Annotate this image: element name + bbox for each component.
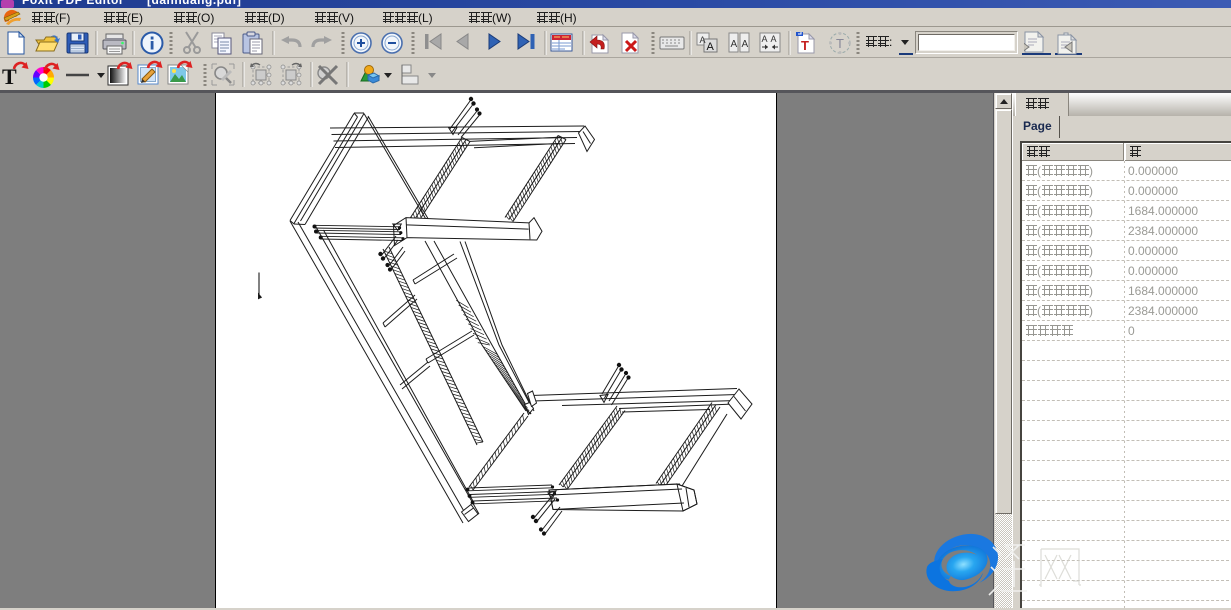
svg-text:A: A: [771, 34, 777, 44]
svg-text:A: A: [762, 34, 768, 44]
svg-text:A: A: [731, 39, 738, 50]
svg-text:A: A: [700, 35, 706, 45]
svg-text:A: A: [742, 39, 749, 50]
svg-text:T: T: [836, 36, 844, 51]
svg-text:A: A: [707, 41, 715, 53]
svg-text:T: T: [801, 38, 809, 53]
